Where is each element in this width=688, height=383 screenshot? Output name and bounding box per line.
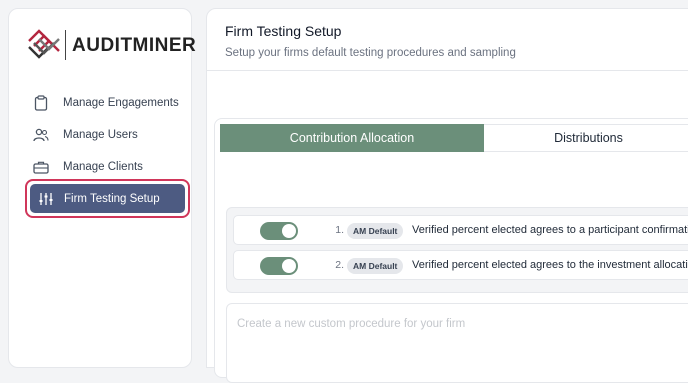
- custom-procedure-box: [226, 303, 688, 383]
- tab-bar: Contribution Allocation Distributions: [220, 124, 688, 152]
- custom-procedure-input[interactable]: [227, 304, 688, 344]
- sidebar-item-manage-users[interactable]: Manage Users: [25, 119, 185, 151]
- page-header: Firm Testing Setup Setup your firms defa…: [225, 23, 516, 59]
- sidebar-item-label: Manage Clients: [63, 161, 143, 173]
- clipboard-icon: [33, 95, 49, 111]
- procedure-text: Verified percent elected agrees to a par…: [412, 224, 688, 236]
- procedure-toggle[interactable]: [260, 222, 298, 240]
- header-divider: [207, 70, 688, 71]
- sidebar-item-label: Firm Testing Setup: [64, 192, 160, 205]
- procedures-card: Contribution Allocation Distributions 1.…: [214, 118, 688, 383]
- procedure-row: 2. AM Default Verified percent elected a…: [233, 250, 688, 280]
- sidebar-item-manage-engagements[interactable]: Manage Engagements: [25, 87, 185, 119]
- procedure-row: 1. AM Default Verified percent elected a…: [233, 215, 688, 245]
- tab-distributions[interactable]: Distributions: [484, 124, 688, 152]
- sidebar-item-label: Manage Engagements: [63, 97, 179, 109]
- procedure-toggle[interactable]: [260, 257, 298, 275]
- brand-name: AUDITMINER: [72, 35, 197, 56]
- tab-contribution-allocation[interactable]: Contribution Allocation: [220, 124, 484, 152]
- procedure-number: 1.: [335, 224, 344, 236]
- main-panel: Firm Testing Setup Setup your firms defa…: [206, 8, 688, 383]
- sidebar: AUDITMINER Manage Engagements Manage Use…: [8, 8, 196, 368]
- logo-divider: [65, 30, 66, 60]
- sidebar-item-firm-testing-setup[interactable]: Firm Testing Setup: [30, 184, 185, 213]
- procedure-text: Verified percent elected agrees to the i…: [412, 259, 688, 271]
- sliders-icon: [38, 191, 54, 207]
- brand-logo[interactable]: AUDITMINER: [27, 27, 196, 63]
- users-icon: [33, 127, 49, 143]
- page-title: Firm Testing Setup: [225, 23, 342, 39]
- toggle-knob: [282, 259, 296, 273]
- sidebar-item-label: Manage Users: [63, 129, 138, 141]
- am-default-badge: AM Default: [347, 258, 404, 274]
- sidebar-nav: Manage Engagements Manage Users Manage C…: [25, 85, 185, 183]
- toggle-knob: [282, 224, 296, 238]
- active-nav-highlight: Firm Testing Setup: [25, 179, 190, 218]
- briefcase-icon: [33, 159, 49, 175]
- am-default-badge: AM Default: [347, 223, 404, 239]
- auditminer-logo-icon: [28, 29, 60, 59]
- page-subtitle: Setup your firms default testing procedu…: [225, 47, 516, 59]
- procedure-number: 2.: [335, 259, 344, 271]
- default-procedures-list: 1. AM Default Verified percent elected a…: [226, 207, 688, 293]
